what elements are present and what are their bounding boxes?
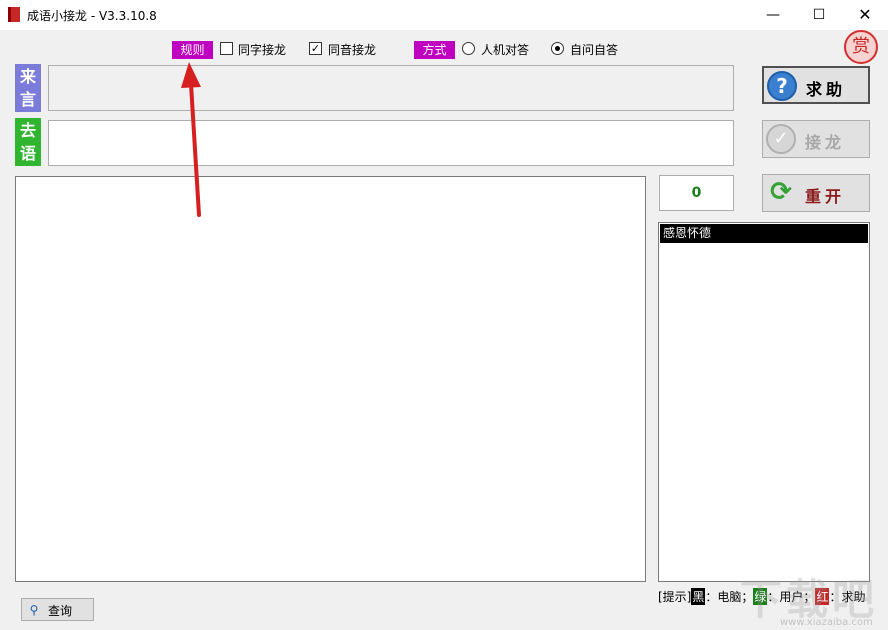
same-char-checkbox[interactable] xyxy=(220,42,233,55)
chain-display-area[interactable] xyxy=(15,176,646,582)
idiom-history-list[interactable]: 感恩怀德 xyxy=(658,222,870,582)
mode-human-radio[interactable] xyxy=(462,42,475,55)
history-item[interactable]: 感恩怀德 xyxy=(660,224,868,243)
search-button-label: 查询 xyxy=(48,602,72,619)
check-icon: ✓ xyxy=(766,124,796,154)
rules-button[interactable]: 规则 xyxy=(172,41,213,59)
restart-button[interactable]: ⟳ 重开 xyxy=(762,174,870,212)
help-button[interactable]: ? 求助 xyxy=(762,66,870,104)
mode-self-radio[interactable] xyxy=(551,42,564,55)
next-chain-button[interactable]: ✓ 接龙 xyxy=(762,120,870,158)
restart-button-label: 重开 xyxy=(805,183,845,207)
mode-label: 方式 xyxy=(414,41,455,59)
outgoing-idiom-input[interactable] xyxy=(48,120,734,166)
minimize-button[interactable]: — xyxy=(750,0,796,30)
search-button[interactable]: ⚲ 查询 xyxy=(21,598,94,621)
reward-seal-icon[interactable]: 赏 xyxy=(844,30,878,64)
score-counter: 0 xyxy=(659,175,734,211)
title-bar: 成语小接龙 - V3.3.10.8 — ☐ ✕ xyxy=(0,0,888,30)
mode-human-label[interactable]: 人机对答 xyxy=(481,41,529,58)
close-button[interactable]: ✕ xyxy=(842,0,888,30)
maximize-button[interactable]: ☐ xyxy=(796,0,842,30)
help-icon: ? xyxy=(767,71,797,101)
mode-self-label[interactable]: 自问自答 xyxy=(570,41,618,58)
legend-black-swatch: 黑 xyxy=(691,588,705,605)
incoming-tag: 来言 xyxy=(15,64,41,112)
window-title: 成语小接龙 - V3.3.10.8 xyxy=(27,7,157,24)
watermark-url: www.xiazaiba.com xyxy=(780,617,873,628)
incoming-idiom-field xyxy=(48,65,734,111)
same-sound-label[interactable]: 同音接龙 xyxy=(328,41,376,58)
outgoing-tag: 去语 xyxy=(15,118,41,166)
radio-selected-dot xyxy=(555,46,560,51)
same-char-label[interactable]: 同字接龙 xyxy=(238,41,286,58)
app-book-icon xyxy=(8,7,20,22)
binoculars-icon: ⚲ xyxy=(27,603,41,617)
legend-prefix: [提示] xyxy=(658,588,691,605)
help-button-label: 求助 xyxy=(806,76,846,100)
next-chain-label: 接龙 xyxy=(805,129,845,153)
refresh-icon: ⟳ xyxy=(766,178,796,208)
same-sound-checkbox[interactable]: ✓ xyxy=(309,42,322,55)
